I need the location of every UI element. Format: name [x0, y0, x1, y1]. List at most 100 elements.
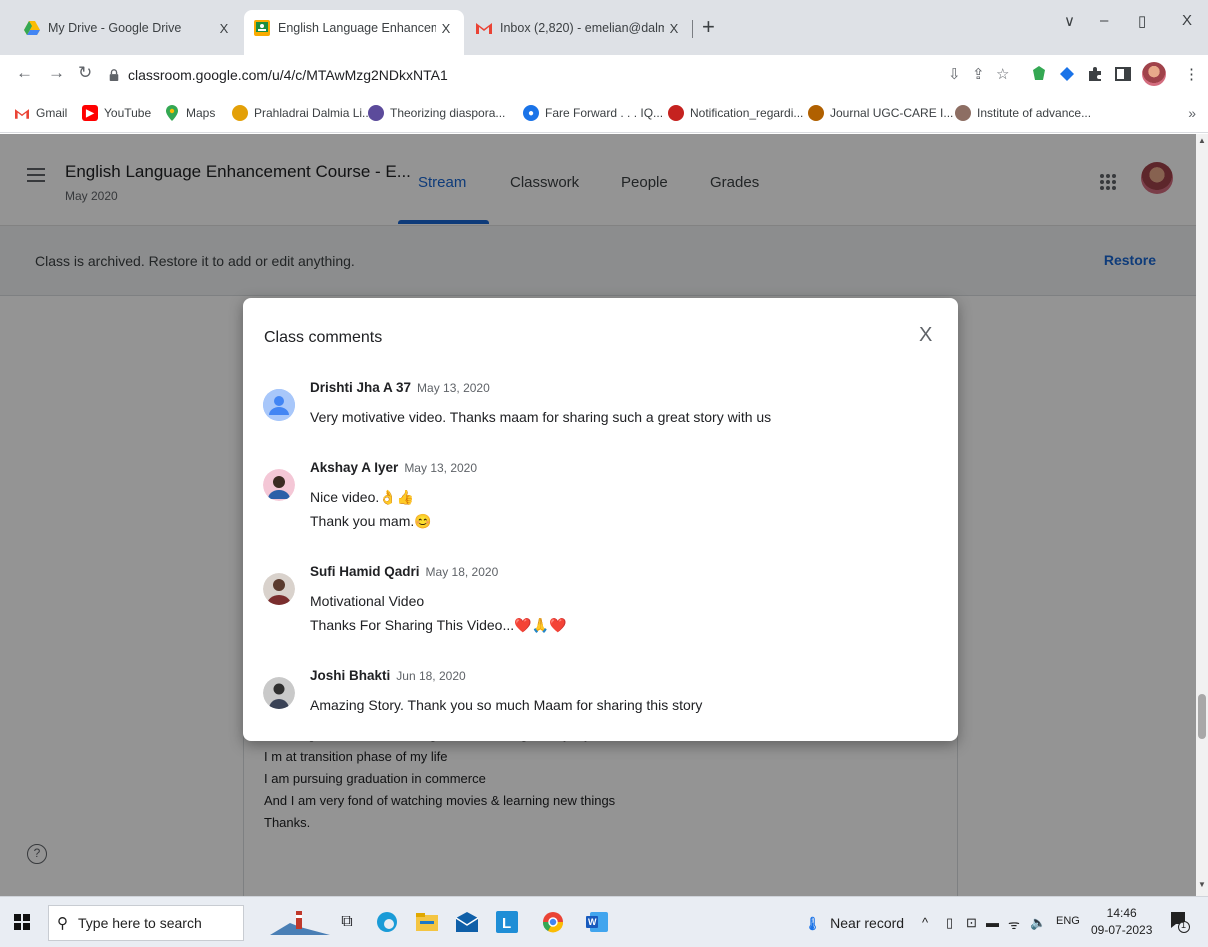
comment-text: Motivational Video [310, 593, 425, 609]
taskbar-search-box[interactable]: ⚲ Type here to search [48, 905, 244, 941]
comment-author: Joshi Bhakti Jun 18, 2020 [310, 668, 466, 683]
comment-author: Akshay A Iyer May 13, 2020 [310, 460, 478, 475]
bookmark-youtube[interactable]: ▶ YouTube [82, 105, 151, 121]
browser-tab-strip: My Drive - Google Drive X English Langua… [0, 0, 1208, 55]
maps-pin-icon [164, 105, 180, 121]
journal-icon [808, 105, 824, 121]
windows-start-icon[interactable] [14, 914, 30, 930]
search-highlight-icon[interactable] [270, 909, 330, 935]
tab-gmail-inbox[interactable]: Inbox (2,820) - emelian@dalmial X [466, 10, 692, 46]
close-tab-icon[interactable]: X [664, 21, 684, 36]
close-tab-icon[interactable]: X [214, 21, 234, 36]
restore-button[interactable]: ▯ [1138, 12, 1146, 30]
comment-item: Drishti Jha A 37 May 13, 2020 Very motiva… [263, 380, 943, 440]
comment-item: Akshay A Iyer May 13, 2020 Nice video.👌👍 … [263, 460, 943, 540]
clock-time: 14:46 [1106, 906, 1137, 920]
more-bookmarks-icon[interactable]: » [1188, 105, 1196, 121]
profile-avatar[interactable] [1142, 62, 1166, 86]
bookmark-gmail[interactable]: Gmail [14, 105, 67, 121]
bookmark-notification[interactable]: Notification_regardi... [668, 105, 803, 121]
comment-text: Very motivative video. Thanks maam for s… [310, 409, 772, 425]
comment-date: Jun 18, 2020 [396, 669, 466, 683]
comment-text: Thank you mam.😊 [310, 513, 432, 529]
google-classroom-icon [254, 20, 270, 36]
gmail-icon [476, 20, 492, 36]
library-icon [232, 105, 248, 121]
avatar [263, 677, 295, 709]
windows-taskbar: ⚲ Type here to search ⧉ L W 🌡 Near recor… [0, 896, 1208, 947]
bookmark-journal-ugc[interactable]: Journal UGC-CARE I... [808, 105, 953, 121]
puzzle-extensions-icon[interactable] [1086, 65, 1104, 83]
task-view-icon[interactable]: ⧉ [334, 909, 360, 935]
chrome-icon[interactable] [540, 909, 566, 935]
tab-google-drive[interactable]: My Drive - Google Drive X [14, 10, 242, 46]
bookmark-institute[interactable]: Institute of advance... [955, 105, 1091, 121]
notification-center-icon[interactable]: 1 [1170, 911, 1190, 933]
word-icon[interactable]: W [584, 909, 610, 935]
comment-date: May 13, 2020 [404, 461, 478, 475]
bookmarks-bar: Gmail ▶ YouTube Maps Prahladrai Dalmia L… [0, 95, 1208, 133]
chevron-up-icon[interactable]: ^ [922, 915, 928, 930]
weather-widget[interactable]: 🌡 Near record [804, 915, 904, 932]
reload-icon[interactable]: ↻ [78, 63, 92, 83]
comment-item: Sufi Hamid Qadri May 18, 2020 Motivationa… [263, 564, 943, 644]
thermometer-icon: 🌡 [804, 916, 821, 931]
diamond-extension-icon[interactable] [1058, 65, 1076, 83]
scroll-up-icon[interactable]: ▲ [1198, 136, 1206, 145]
comment-text: Nice video.👌👍 [310, 489, 415, 505]
taskbar-clock[interactable]: 14:46 09-07-2023 [1091, 905, 1152, 939]
google-drive-icon [24, 20, 40, 36]
bookmark-maps[interactable]: Maps [164, 105, 215, 121]
dialog-title: Class comments [264, 329, 383, 346]
scrollbar-thumb[interactable] [1198, 694, 1206, 739]
close-window-button[interactable]: X [1182, 12, 1192, 29]
bookmark-dalmia-library[interactable]: Prahladrai Dalmia Li... [232, 105, 372, 121]
kebab-menu-icon[interactable]: ⋮ [1184, 65, 1199, 83]
close-dialog-icon[interactable]: X [919, 324, 932, 347]
language-indicator[interactable]: ENG [1056, 915, 1080, 927]
mail-icon[interactable] [454, 909, 480, 935]
page-scrollbar[interactable]: ▲ ▼ [1196, 134, 1208, 896]
forward-arrow-icon[interactable]: → [48, 63, 65, 83]
bookmark-star-icon[interactable]: ☆ [996, 65, 1009, 83]
url-text: classroom.google.com/u/4/c/MTAwMzg2NDkxN… [128, 67, 448, 83]
search-icon: ⚲ [57, 915, 68, 932]
notification-count: 1 [1181, 920, 1187, 930]
url-bar[interactable]: classroom.google.com/u/4/c/MTAwMzg2NDkxN… [108, 60, 1008, 90]
svg-text:W: W [588, 917, 597, 927]
notification-icon [668, 105, 684, 121]
minimize-button[interactable]: – [1100, 12, 1108, 29]
install-app-icon[interactable]: ⇩ [948, 65, 961, 83]
new-tab-button[interactable]: + [702, 14, 715, 40]
close-tab-icon[interactable]: X [436, 21, 456, 36]
bookmark-fare-forward[interactable]: ● Fare Forward . . . IQ... [523, 105, 663, 121]
default-avatar-icon [263, 389, 295, 421]
meet-now-icon[interactable]: ▯ [946, 915, 953, 931]
globe-icon: ● [523, 105, 539, 121]
comment-date: May 18, 2020 [425, 565, 499, 579]
lightshot-icon[interactable]: L [494, 909, 520, 935]
address-bar-row: ← → ↻ classroom.google.com/u/4/c/MTAwMzg… [0, 55, 1208, 95]
side-panel-icon[interactable] [1114, 65, 1132, 83]
avatar [263, 469, 295, 501]
tab-search-icon[interactable]: ∨ [1064, 12, 1075, 30]
file-explorer-icon[interactable] [414, 909, 440, 935]
speaker-icon[interactable]: 🔈 [1030, 915, 1046, 931]
wifi-icon[interactable]: ᯤ [1008, 915, 1020, 933]
avatar [263, 573, 295, 605]
comment-author: Drishti Jha A 37 May 13, 2020 [310, 380, 490, 395]
tab-separator [692, 20, 693, 38]
shield-icon [368, 105, 384, 121]
battery-icon[interactable]: ▬ [986, 915, 999, 930]
extension-icon[interactable] [1030, 65, 1048, 83]
comment-date: May 13, 2020 [417, 381, 490, 395]
back-arrow-icon[interactable]: ← [16, 63, 33, 83]
bookmark-theorizing-diaspora[interactable]: Theorizing diaspora... [368, 105, 505, 121]
institute-icon [955, 105, 971, 121]
tab-classroom[interactable]: English Language Enhancement X [244, 10, 464, 55]
class-comments-dialog: Class comments X Drishti Jha A 37 May 13,… [243, 298, 958, 741]
scroll-down-icon[interactable]: ▼ [1198, 880, 1206, 889]
edge-browser-icon[interactable] [374, 909, 400, 935]
share-icon[interactable]: ⇪ [972, 65, 985, 83]
monitor-icon[interactable]: ⊡ [966, 915, 977, 931]
